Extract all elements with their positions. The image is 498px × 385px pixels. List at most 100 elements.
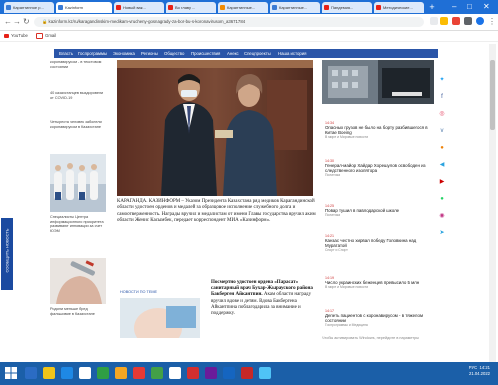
edge-icon[interactable] bbox=[25, 367, 37, 379]
browser-tab[interactable]: Пандемия... bbox=[322, 2, 372, 13]
windows-start-icon[interactable] bbox=[5, 367, 17, 379]
tab-favicon-icon bbox=[58, 5, 63, 10]
whatsapp-icon[interactable]: ● bbox=[438, 195, 446, 203]
extension-icon[interactable] bbox=[452, 17, 460, 25]
system-tray[interactable]: РУС 14:21 21.04.2022 bbox=[420, 365, 490, 377]
article-main-photo bbox=[117, 60, 313, 196]
tab-favicon-icon bbox=[116, 5, 121, 10]
vk-icon[interactable]: v bbox=[438, 127, 446, 135]
nav-item[interactable]: Общество bbox=[164, 49, 184, 58]
close-icon[interactable]: ✕ bbox=[483, 1, 490, 13]
app-icon[interactable] bbox=[241, 367, 253, 379]
app-icon[interactable] bbox=[223, 367, 235, 379]
tray-language[interactable]: РУС bbox=[469, 365, 477, 370]
tray-time: 14:21 bbox=[479, 365, 490, 370]
back-arrow-icon[interactable]: ← bbox=[4, 17, 12, 27]
article-body-text: Посмертно удостоен ордена «Парасат» сани… bbox=[211, 280, 321, 317]
youtube-icon bbox=[4, 33, 9, 38]
minimize-icon[interactable]: – bbox=[452, 1, 456, 13]
youtube-share-icon[interactable]: ▶ bbox=[438, 178, 446, 186]
browser-tab[interactable]: Новый вак... bbox=[114, 2, 164, 13]
address-bar-row: ← → ↻ 🔒 kazinform.kz/ru/karagandinskim-m… bbox=[0, 14, 498, 31]
nav-item[interactable]: Происшествия bbox=[191, 49, 220, 58]
news-thumbnail-vaccine[interactable] bbox=[50, 258, 106, 304]
tab-favicon-icon bbox=[168, 5, 173, 10]
browser-tab[interactable]: Методические... bbox=[374, 2, 424, 13]
news-thumbnail-doctors[interactable] bbox=[50, 154, 106, 212]
store-icon[interactable] bbox=[61, 367, 73, 379]
app-icon[interactable] bbox=[169, 367, 181, 379]
extensions-puzzle-icon[interactable] bbox=[464, 17, 472, 25]
app-icon[interactable] bbox=[79, 367, 91, 379]
bookmark-youtube[interactable]: YouTube bbox=[4, 32, 28, 40]
chrome-icon[interactable] bbox=[259, 367, 271, 379]
scrollbar-thumb[interactable] bbox=[490, 60, 495, 130]
twitter-icon[interactable]: ✦ bbox=[438, 76, 446, 84]
app-icon[interactable] bbox=[115, 367, 127, 379]
left-news-item[interactable]: Родили меньше бред фальшивие в Казахстан… bbox=[50, 307, 106, 316]
maximize-icon[interactable]: □ bbox=[467, 1, 472, 13]
browser-tab[interactable]: Карантинные... bbox=[270, 2, 320, 13]
telegram-icon[interactable]: ➤ bbox=[438, 229, 446, 237]
nav-item[interactable]: Анекс bbox=[227, 49, 239, 58]
nav-item[interactable]: Власть bbox=[59, 49, 73, 58]
file-explorer-icon[interactable] bbox=[43, 367, 55, 379]
left-news-item[interactable]: Специалисты Центра информационного приор… bbox=[50, 215, 106, 233]
right-news-item[interactable]: 14:25 Повар тушил в павлодарской школе П… bbox=[325, 204, 435, 217]
ok-icon[interactable]: ● bbox=[438, 144, 446, 152]
left-news-item[interactable]: Четыреста человек заболели коронавирусом… bbox=[50, 120, 106, 129]
tray-date: 21.04.2022 bbox=[469, 371, 490, 376]
reload-icon[interactable]: ↻ bbox=[23, 17, 30, 27]
nav-item[interactable]: Наша история bbox=[278, 49, 307, 58]
bookmark-gmail[interactable]: Gmail bbox=[36, 32, 56, 40]
tab-favicon-icon bbox=[376, 5, 381, 10]
app-icon[interactable] bbox=[133, 367, 145, 379]
right-news-item[interactable]: 14:21 Канзас честно хирвал победу Головк… bbox=[325, 234, 435, 252]
tab-favicon-icon bbox=[324, 5, 329, 10]
new-tab-button[interactable]: + bbox=[427, 2, 437, 12]
nav-item[interactable]: Регионы bbox=[141, 49, 158, 58]
media-icon[interactable] bbox=[97, 367, 109, 379]
left-news-column: коронавирусом - в текстовом состоянии 40… bbox=[50, 60, 107, 350]
browser-tab[interactable]: Во главу ... bbox=[166, 2, 216, 13]
menu-kebab-icon[interactable]: ⋮ bbox=[488, 17, 496, 27]
star-icon[interactable] bbox=[440, 17, 448, 25]
tab-favicon-icon bbox=[220, 5, 225, 10]
left-news-item[interactable]: коронавирусом - в текстовом состоянии bbox=[50, 60, 106, 69]
related-news-heading: НОВОСТИ ПО ТЕМЕ bbox=[120, 290, 158, 294]
windows-taskbar: РУС 14:21 21.04.2022 bbox=[0, 362, 498, 385]
browser-tab-active[interactable]: Kazinform bbox=[56, 2, 112, 13]
site-navigation: Власть Госпрограммы Экономика Регионы Об… bbox=[54, 49, 438, 58]
profile-avatar[interactable] bbox=[476, 17, 484, 25]
rss-icon[interactable]: ◉ bbox=[438, 212, 446, 220]
right-news-item[interactable]: 14:34 Опасных грузов не было на борту ра… bbox=[325, 121, 435, 139]
browser-tab[interactable]: Карантинное р... bbox=[4, 2, 54, 13]
right-news-item[interactable]: 14:17 Депеть пациентов с коронавирусом -… bbox=[325, 309, 435, 327]
right-column-photo[interactable] bbox=[322, 60, 434, 104]
instagram-icon[interactable]: ◎ bbox=[438, 110, 446, 118]
send-news-tab[interactable]: СООБЩИТЬ НОВОСТЬ bbox=[1, 218, 13, 290]
nav-item[interactable]: Спецпроекты bbox=[244, 49, 271, 58]
telegram-small-icon[interactable]: ◀ bbox=[438, 161, 446, 169]
bookmarks-bar: YouTube Gmail bbox=[0, 31, 498, 42]
browser-tab[interactable]: Карантинные... bbox=[218, 2, 268, 13]
nav-item[interactable]: Госпрограммы bbox=[78, 49, 107, 58]
facebook-icon[interactable]: f bbox=[438, 93, 446, 101]
forward-arrow-icon[interactable]: → bbox=[13, 17, 21, 27]
left-news-item[interactable]: 40 казахстанцев выздоровели от COVID-19 bbox=[50, 91, 106, 100]
browser-tab-bar: Карантинное р... Kazinform Новый вак... … bbox=[0, 0, 498, 14]
app-icon[interactable] bbox=[205, 367, 217, 379]
right-news-item[interactable]: 14:19 Число украинских беженцев превысил… bbox=[325, 276, 435, 289]
article-lead-text: КАРАГАНДА. КАЗИНФОРМ – Указом Президента… bbox=[117, 199, 316, 224]
tab-favicon-icon bbox=[272, 5, 277, 10]
tab-favicon-icon bbox=[6, 5, 11, 10]
share-icon[interactable] bbox=[430, 17, 438, 25]
app-icon[interactable] bbox=[187, 367, 199, 379]
url-input[interactable]: 🔒 kazinform.kz/ru/karagandinskim-medikam… bbox=[34, 17, 424, 27]
right-news-item[interactable]: 14:30 Генерал-майор Хайдар Хорешулов осв… bbox=[325, 159, 435, 177]
related-news-photo[interactable] bbox=[120, 298, 200, 353]
gmail-icon bbox=[36, 32, 43, 39]
nav-item[interactable]: Экономика bbox=[113, 49, 135, 58]
app-icon[interactable] bbox=[151, 367, 163, 379]
windows-activation-watermark: Чтобы активировать Windows, перейдите в … bbox=[322, 336, 419, 340]
